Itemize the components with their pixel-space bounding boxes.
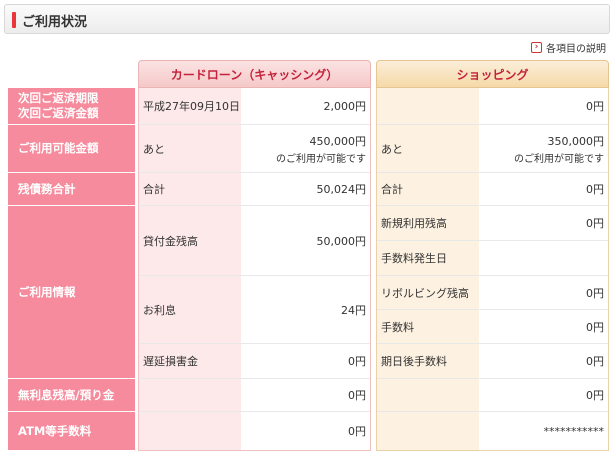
shopping-panel: 0円 あと 350,000円 のご利用が可能です 合計 0円 新規利用残高 0円… (376, 88, 609, 451)
card-total-label: 合計 (139, 173, 241, 206)
shop-after-due-label: 期日後手数料 (377, 344, 479, 379)
row-label-atm-fee: ATM等手数料 (8, 412, 135, 451)
shop-revo-amount: 0円 (479, 276, 608, 310)
row-label-next-payment: 次回ご返済期限 次回ご返済金額 (8, 88, 135, 125)
shop-fee-amount: 0円 (479, 310, 608, 344)
shop-total-label: 合計 (377, 173, 479, 206)
column-header-cardloan: カードローン（キャッシング） (138, 60, 371, 88)
shop-fee-label: 手数料 (377, 310, 479, 344)
shop-interest-free-amount: 0円 (479, 379, 608, 412)
card-atm-amount: 0円 (241, 412, 370, 450)
card-total-amount: 50,024円 (241, 173, 370, 206)
shop-atm-blank (377, 412, 479, 450)
shop-interest-free-blank (377, 379, 479, 412)
row-label-available: ご利用可能金額 (8, 125, 135, 173)
card-next-amount: 2,000円 (241, 88, 370, 125)
shop-available-label: あと (377, 125, 479, 173)
shop-next-blank (377, 88, 479, 125)
header-accent-bar (12, 12, 16, 28)
page-title: ご利用状況 (22, 15, 88, 30)
card-late-amount: 0円 (241, 344, 370, 379)
card-available-label: あと (139, 125, 241, 173)
shop-revo-label: リボルビング残高 (377, 276, 479, 310)
card-loan-label: 貸付金残高 (139, 206, 241, 276)
row-label-interest-free: 無利息残高/預り金 (8, 379, 135, 412)
card-interest-label: お利息 (139, 276, 241, 344)
shop-fee-date-label: 手数料発生日 (377, 241, 479, 276)
card-late-label: 遅延損害金 (139, 344, 241, 379)
card-next-date: 平成27年09月10日 (139, 88, 241, 125)
help-link[interactable]: › 各項目の説明 (531, 40, 606, 55)
card-atm-blank (139, 412, 241, 450)
column-header-shopping: ショッピング (376, 60, 609, 88)
card-interest-free-blank (139, 379, 241, 412)
row-label-balance-total: 残債務合計 (8, 173, 135, 206)
shop-atm-amount: *********** (479, 412, 608, 450)
shop-fee-date-value (479, 241, 608, 276)
shop-available-amount: 350,000円 のご利用が可能です (479, 125, 608, 173)
shop-after-due-amount: 0円 (479, 344, 608, 379)
section-header: ご利用状況 (4, 4, 610, 34)
shop-new-label: 新規利用残高 (377, 206, 479, 241)
shop-total-amount: 0円 (479, 173, 608, 206)
arrow-right-icon: › (531, 42, 542, 53)
card-interest-amount: 24円 (241, 276, 370, 344)
help-link-label[interactable]: 各項目の説明 (546, 40, 606, 55)
card-loan-amount: 50,000円 (241, 206, 370, 276)
shop-next-amount: 0円 (479, 88, 608, 125)
shop-new-amount: 0円 (479, 206, 608, 241)
row-label-usage-info: ご利用情報 (8, 206, 135, 379)
card-available-amount: 450,000円 のご利用が可能です (241, 125, 370, 173)
row-labels: 次回ご返済期限 次回ご返済金額 ご利用可能金額 残債務合計 ご利用情報 無利息残… (8, 88, 135, 451)
card-interest-free-amount: 0円 (241, 379, 370, 412)
cardloan-panel: 平成27年09月10日 2,000円 あと 450,000円 のご利用が可能です… (138, 88, 371, 451)
